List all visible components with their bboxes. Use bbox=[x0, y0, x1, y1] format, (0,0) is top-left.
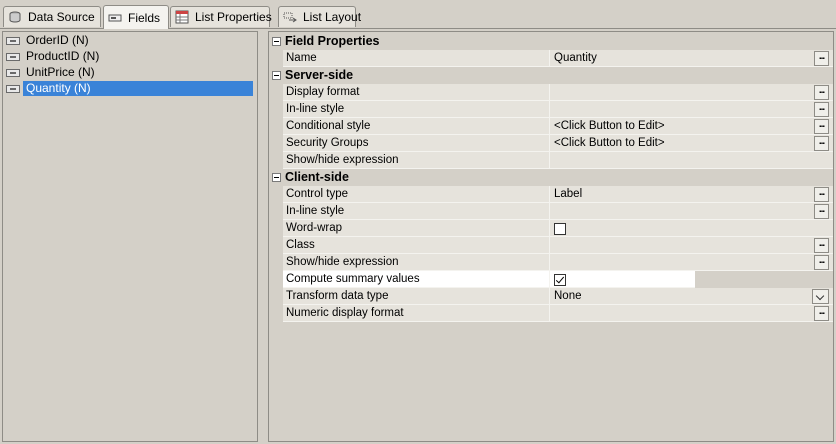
prop-row-security-groups[interactable]: Security Groups <Click Button to Edit> .… bbox=[269, 135, 833, 152]
tab-label: List Properties bbox=[195, 10, 272, 24]
grid-properties-icon bbox=[175, 10, 189, 24]
field-icon bbox=[6, 84, 20, 93]
category-server-side[interactable]: Server-side bbox=[269, 67, 833, 84]
field-icon bbox=[6, 52, 20, 61]
field-icon bbox=[108, 11, 122, 25]
field-icon bbox=[6, 36, 20, 45]
prop-name: Class bbox=[283, 237, 550, 254]
ellipsis-button[interactable]: ... bbox=[814, 85, 829, 100]
prop-row-numeric-display-format[interactable]: Numeric display format ... bbox=[269, 305, 833, 322]
prop-row-inline-style[interactable]: In-line style ... bbox=[269, 101, 833, 118]
field-item-orderid[interactable]: OrderID (N) bbox=[6, 33, 92, 48]
prop-row-control-type[interactable]: Control type Label ... bbox=[269, 186, 833, 203]
prop-value-control-type[interactable]: Label ... bbox=[550, 186, 833, 203]
ellipsis-button[interactable]: ... bbox=[814, 51, 829, 66]
prop-name: In-line style bbox=[283, 101, 550, 118]
prop-row-show-hide-expression[interactable]: Show/hide expression bbox=[269, 152, 833, 169]
ellipsis-button[interactable]: ... bbox=[814, 187, 829, 202]
field-label: OrderID (N) bbox=[26, 33, 89, 47]
prop-row-compute-summary-values[interactable]: Compute summary values bbox=[269, 271, 833, 288]
prop-value-conditional-style[interactable]: <Click Button to Edit> ... bbox=[550, 118, 833, 135]
ellipsis-button[interactable]: ... bbox=[814, 102, 829, 117]
tab-label: Fields bbox=[128, 10, 161, 25]
compute-summary-checkbox[interactable] bbox=[554, 274, 566, 286]
field-label: ProductID (N) bbox=[26, 49, 100, 63]
ellipsis-button[interactable]: ... bbox=[814, 119, 829, 134]
prop-value-compute-summary-values bbox=[550, 271, 695, 288]
prop-name: Show/hide expression bbox=[283, 254, 550, 271]
tab-label: Data Source bbox=[28, 10, 95, 24]
prop-value-security-groups[interactable]: <Click Button to Edit> ... bbox=[550, 135, 833, 152]
prop-row-client-inline-style[interactable]: In-line style ... bbox=[269, 203, 833, 220]
tab-fields[interactable]: Fields bbox=[103, 5, 169, 29]
prop-row-client-show-hide-expression[interactable]: Show/hide expression ... bbox=[269, 254, 833, 271]
prop-value-inline-style[interactable]: ... bbox=[550, 101, 833, 118]
prop-value-text: Label bbox=[554, 188, 583, 200]
prop-name: Transform data type bbox=[283, 288, 550, 305]
category-label: Client-side bbox=[285, 170, 349, 184]
prop-value-transform-data-type[interactable]: None bbox=[550, 288, 833, 305]
category-field-properties[interactable]: Field Properties bbox=[269, 33, 833, 50]
field-label: UnitPrice (N) bbox=[26, 65, 95, 79]
collapse-icon[interactable] bbox=[272, 71, 281, 80]
prop-name: Numeric display format bbox=[283, 305, 550, 322]
prop-row-conditional-style[interactable]: Conditional style <Click Button to Edit>… bbox=[269, 118, 833, 135]
prop-row-class[interactable]: Class ... bbox=[269, 237, 833, 254]
category-label: Field Properties bbox=[285, 34, 380, 48]
prop-name: In-line style bbox=[283, 203, 550, 220]
field-item-productid[interactable]: ProductID (N) bbox=[6, 49, 102, 64]
category-client-side[interactable]: Client-side bbox=[269, 169, 833, 186]
prop-value-numeric-display-format[interactable]: ... bbox=[550, 305, 833, 322]
prop-value-text: <Click Button to Edit> bbox=[554, 120, 665, 132]
panel-splitter[interactable] bbox=[262, 31, 266, 442]
tab-list-layout[interactable]: List Layout bbox=[278, 6, 361, 27]
prop-name: Show/hide expression bbox=[283, 152, 550, 169]
prop-value-word-wrap bbox=[550, 220, 833, 237]
prop-value-text: None bbox=[554, 290, 582, 302]
field-item-unitprice[interactable]: UnitPrice (N) bbox=[6, 65, 98, 80]
prop-row-transform-data-type[interactable]: Transform data type None bbox=[269, 288, 833, 305]
prop-name: Control type bbox=[283, 186, 550, 203]
database-icon bbox=[8, 10, 22, 24]
prop-name: Conditional style bbox=[283, 118, 550, 135]
category-label: Server-side bbox=[285, 68, 354, 82]
tab-strip: Data Source Fields List Properties List … bbox=[0, 0, 836, 29]
ellipsis-button[interactable]: ... bbox=[814, 136, 829, 151]
layout-icon bbox=[283, 10, 297, 24]
property-grid: Field Properties Name Quantity ... Serve… bbox=[268, 31, 834, 442]
prop-row-word-wrap[interactable]: Word-wrap bbox=[269, 220, 833, 237]
tab-list-properties[interactable]: List Properties bbox=[170, 6, 272, 27]
ellipsis-button[interactable]: ... bbox=[814, 306, 829, 321]
ellipsis-button[interactable]: ... bbox=[814, 204, 829, 219]
prop-value-name[interactable]: Quantity ... bbox=[550, 50, 833, 67]
prop-value-text: Quantity bbox=[554, 52, 597, 64]
ellipsis-button[interactable]: ... bbox=[814, 255, 829, 270]
ellipsis-button[interactable]: ... bbox=[814, 238, 829, 253]
prop-value-text: <Click Button to Edit> bbox=[554, 137, 665, 149]
prop-row-display-format[interactable]: Display format ... bbox=[269, 84, 833, 101]
prop-value-show-hide-expression[interactable] bbox=[550, 152, 833, 169]
prop-value-client-inline-style[interactable]: ... bbox=[550, 203, 833, 220]
prop-name: Display format bbox=[283, 84, 550, 101]
collapse-icon[interactable] bbox=[272, 173, 281, 182]
chevron-down-icon[interactable] bbox=[812, 289, 829, 304]
prop-name: Security Groups bbox=[283, 135, 550, 152]
prop-name: Name bbox=[283, 50, 550, 67]
prop-value-display-format[interactable]: ... bbox=[550, 84, 833, 101]
field-list[interactable]: OrderID (N) ProductID (N) UnitPrice (N) … bbox=[2, 31, 258, 442]
prop-value-class[interactable]: ... bbox=[550, 237, 833, 254]
tab-data-source[interactable]: Data Source bbox=[3, 6, 101, 27]
field-icon bbox=[6, 68, 20, 77]
field-label: Quantity (N) bbox=[23, 81, 253, 96]
field-item-quantity[interactable]: Quantity (N) bbox=[6, 81, 253, 96]
prop-row-name[interactable]: Name Quantity ... bbox=[269, 50, 833, 67]
prop-value-client-show-hide-expression[interactable]: ... bbox=[550, 254, 833, 271]
prop-name: Compute summary values bbox=[283, 271, 550, 288]
prop-name: Word-wrap bbox=[283, 220, 550, 237]
word-wrap-checkbox[interactable] bbox=[554, 223, 566, 235]
collapse-icon[interactable] bbox=[272, 37, 281, 46]
tab-label: List Layout bbox=[303, 10, 362, 24]
